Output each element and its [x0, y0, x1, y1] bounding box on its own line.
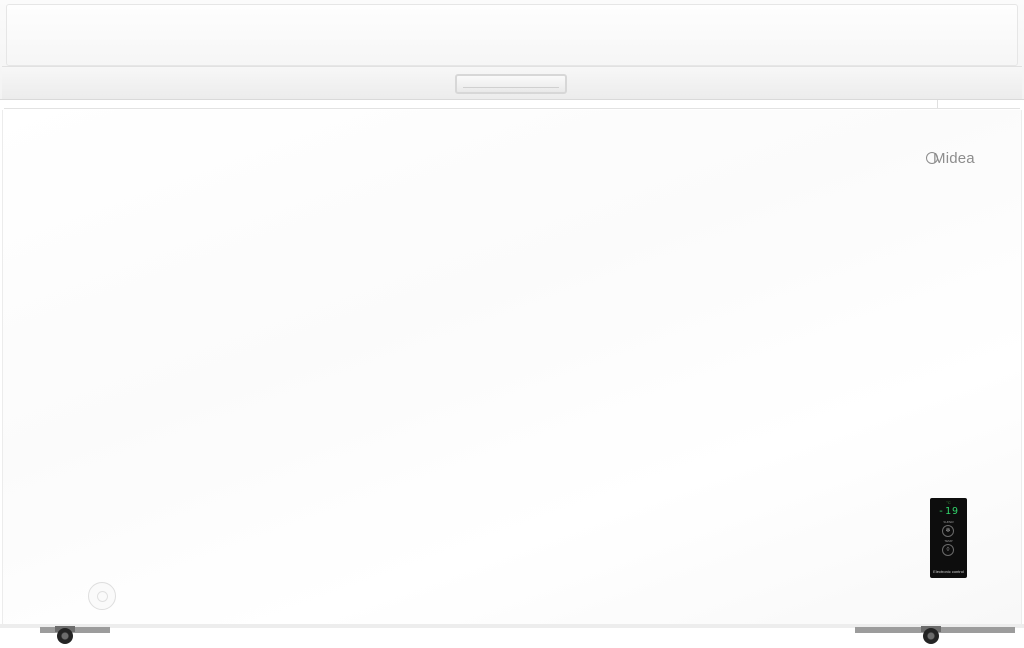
temp-drop-icon: ◊ — [946, 547, 950, 553]
temp-set-button[interactable]: ◊ — [942, 544, 954, 556]
lid-handle[interactable] — [455, 74, 567, 94]
chest-freezer: Midea °C -19 SUPER ❄ TEMP ◊ Electronic c… — [0, 0, 1024, 648]
panel-indicator: °C — [946, 500, 951, 505]
super-label: SUPER — [943, 520, 954, 524]
brand-logo: Midea — [926, 150, 975, 167]
super-freeze-button[interactable]: ❄ — [942, 525, 954, 537]
freezer-lid[interactable] — [0, 0, 1024, 100]
drain-plug[interactable] — [88, 582, 116, 610]
panel-footer-label: Electronic control — [933, 569, 964, 574]
freezer-body — [2, 110, 1022, 626]
lid-seam — [4, 108, 1020, 109]
temp-label: TEMP — [944, 539, 953, 543]
lid-corner-mark — [937, 100, 938, 108]
front-left-foot — [40, 627, 110, 633]
snowflake-icon: ❄ — [945, 528, 951, 534]
left-wheel — [57, 628, 73, 644]
control-panel: °C -19 SUPER ❄ TEMP ◊ Electronic control — [930, 498, 967, 578]
right-wheel — [923, 628, 939, 644]
lid-top-surface — [6, 4, 1018, 66]
temperature-display: -19 — [937, 506, 960, 517]
brand-logo-text: Midea — [933, 150, 975, 167]
